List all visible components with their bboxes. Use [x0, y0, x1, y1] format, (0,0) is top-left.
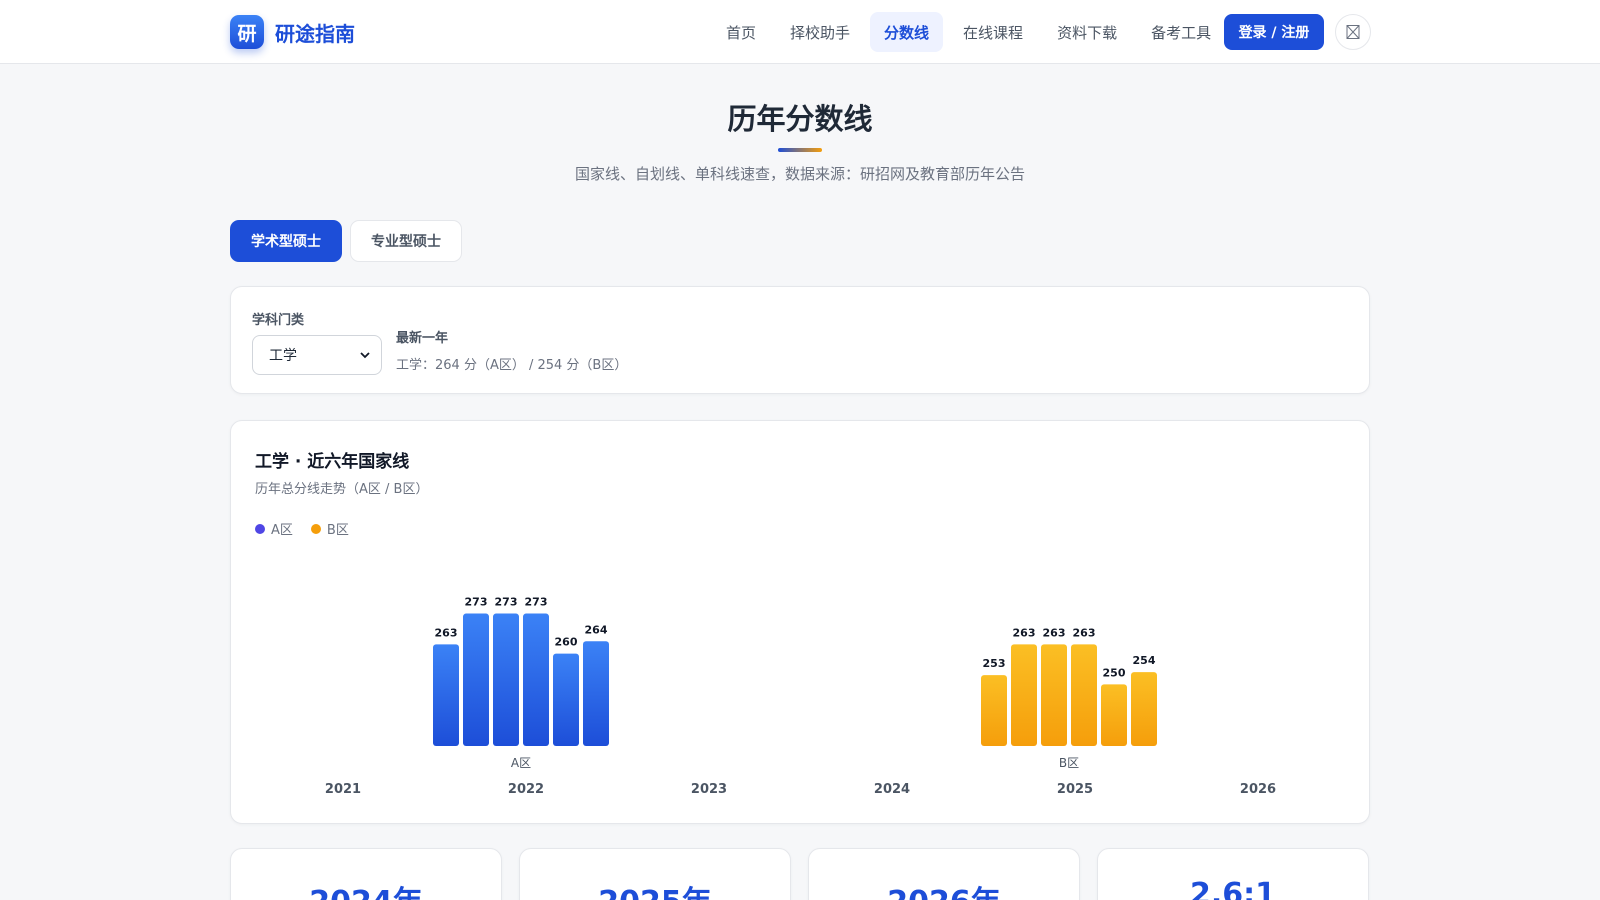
nav-item-school-helper[interactable]: 择校助手 [776, 12, 864, 52]
login-register-button[interactable]: 登录 / 注册 [1224, 14, 1324, 50]
bar-b-2 [1041, 644, 1067, 746]
bar-value-label: 260 [555, 636, 578, 649]
bar-value-label: 250 [1103, 666, 1126, 679]
category-select-value: 工学 [269, 348, 297, 364]
bar-value-label: 254 [1133, 654, 1156, 667]
bar-value-label: 263 [1043, 626, 1066, 639]
category-select[interactable]: 工学 [252, 335, 382, 375]
chart-card: 工学 · 近六年国家线 历年总分线走势（A区 / B区） A区 B区 263 27… [230, 420, 1370, 824]
brand-logo[interactable]: 研 研途指南 [230, 15, 355, 49]
nav-item-home[interactable]: 首页 [712, 12, 770, 52]
main-nav: 首页 择校助手 分数线 在线课程 资料下载 备考工具 [712, 12, 1231, 52]
x-tick-label: 2023 [691, 782, 727, 797]
nav-item-tools[interactable]: 备考工具 [1137, 12, 1225, 52]
score-bar-chart: 263 273 273 273 260 264 A区 253 263 263 263 250 254 B区… [325, 596, 1276, 797]
moon-icon [1346, 25, 1360, 39]
bar-b-0 [981, 675, 1007, 746]
nav-item-downloads[interactable]: 资料下载 [1043, 12, 1131, 52]
bar-b-3 [1071, 644, 1097, 746]
x-tick-label: 2022 [508, 782, 544, 797]
bar-value-label: 263 [1013, 626, 1036, 639]
stat-value-1: 2024年 [231, 877, 501, 900]
top-navbar: 研 研途指南 首页 择校助手 分数线 在线课程 资料下载 备考工具 登录 / 注… [0, 0, 1600, 64]
stat-card-4: 2.6:1 [1097, 848, 1369, 900]
bar-value-label: 263 [435, 626, 458, 639]
stat-card-1: 2024年 [230, 848, 502, 900]
category-label: 学科门类 [252, 313, 305, 328]
stat-value-2: 2025年 [520, 877, 790, 900]
bar-value-label: 273 [525, 596, 548, 609]
stat-value-3: 2026年 [809, 877, 1079, 900]
bar-value-label: 273 [495, 596, 518, 609]
category-label: B区 [1059, 756, 1079, 770]
category-label: A区 [511, 756, 531, 770]
bar-a-3 [523, 613, 549, 746]
latest-year-label: 最新一年 [396, 331, 449, 346]
chevron-down-icon [360, 352, 370, 359]
bar-value-label: 263 [1073, 626, 1096, 639]
theme-toggle-button[interactable] [1335, 14, 1371, 50]
stat-card-3: 2026年 [808, 848, 1080, 900]
bar-b-5 [1131, 672, 1157, 746]
page-subtitle: 国家线、自划线、单科线速查，数据来源：研招网及教育部历年公告 [574, 165, 1025, 183]
latest-year-value: 工学：264 分（A区） / 254 分（B区） [396, 358, 628, 373]
nav-item-score-lines[interactable]: 分数线 [870, 12, 944, 52]
bar-value-label: 264 [585, 623, 608, 636]
brand-name: 研途指南 [275, 21, 355, 46]
x-tick-label: 2024 [874, 782, 910, 797]
x-tick-label: 2026 [1240, 782, 1276, 797]
bar-b-4 [1101, 684, 1127, 746]
bar-a-4 [553, 653, 579, 746]
stat-card-2: 2025年 [519, 848, 791, 900]
x-tick-label: 2021 [325, 782, 361, 797]
stat-value-4: 2.6:1 [1189, 877, 1276, 900]
logo-mark: 研 [230, 15, 264, 49]
x-tick-label: 2025 [1057, 782, 1093, 797]
tab-academic-master[interactable]: 学术型硕士 [230, 220, 342, 262]
bar-a-5 [583, 641, 609, 746]
bar-value-label: 253 [983, 657, 1006, 670]
bar-value-label: 273 [465, 596, 488, 609]
bar-b-1 [1011, 644, 1037, 746]
tab-professional-master[interactable]: 专业型硕士 [350, 220, 462, 262]
bar-a-2 [493, 613, 519, 746]
filter-card: 学科门类 工学 最新一年 工学：264 分（A区） / 254 分（B区） [230, 286, 1370, 394]
bar-a-1 [463, 613, 489, 746]
bar-a-0 [433, 644, 459, 746]
nav-item-courses[interactable]: 在线课程 [949, 12, 1037, 52]
title-underline [778, 148, 822, 152]
page-title: 历年分数线 [727, 102, 873, 136]
